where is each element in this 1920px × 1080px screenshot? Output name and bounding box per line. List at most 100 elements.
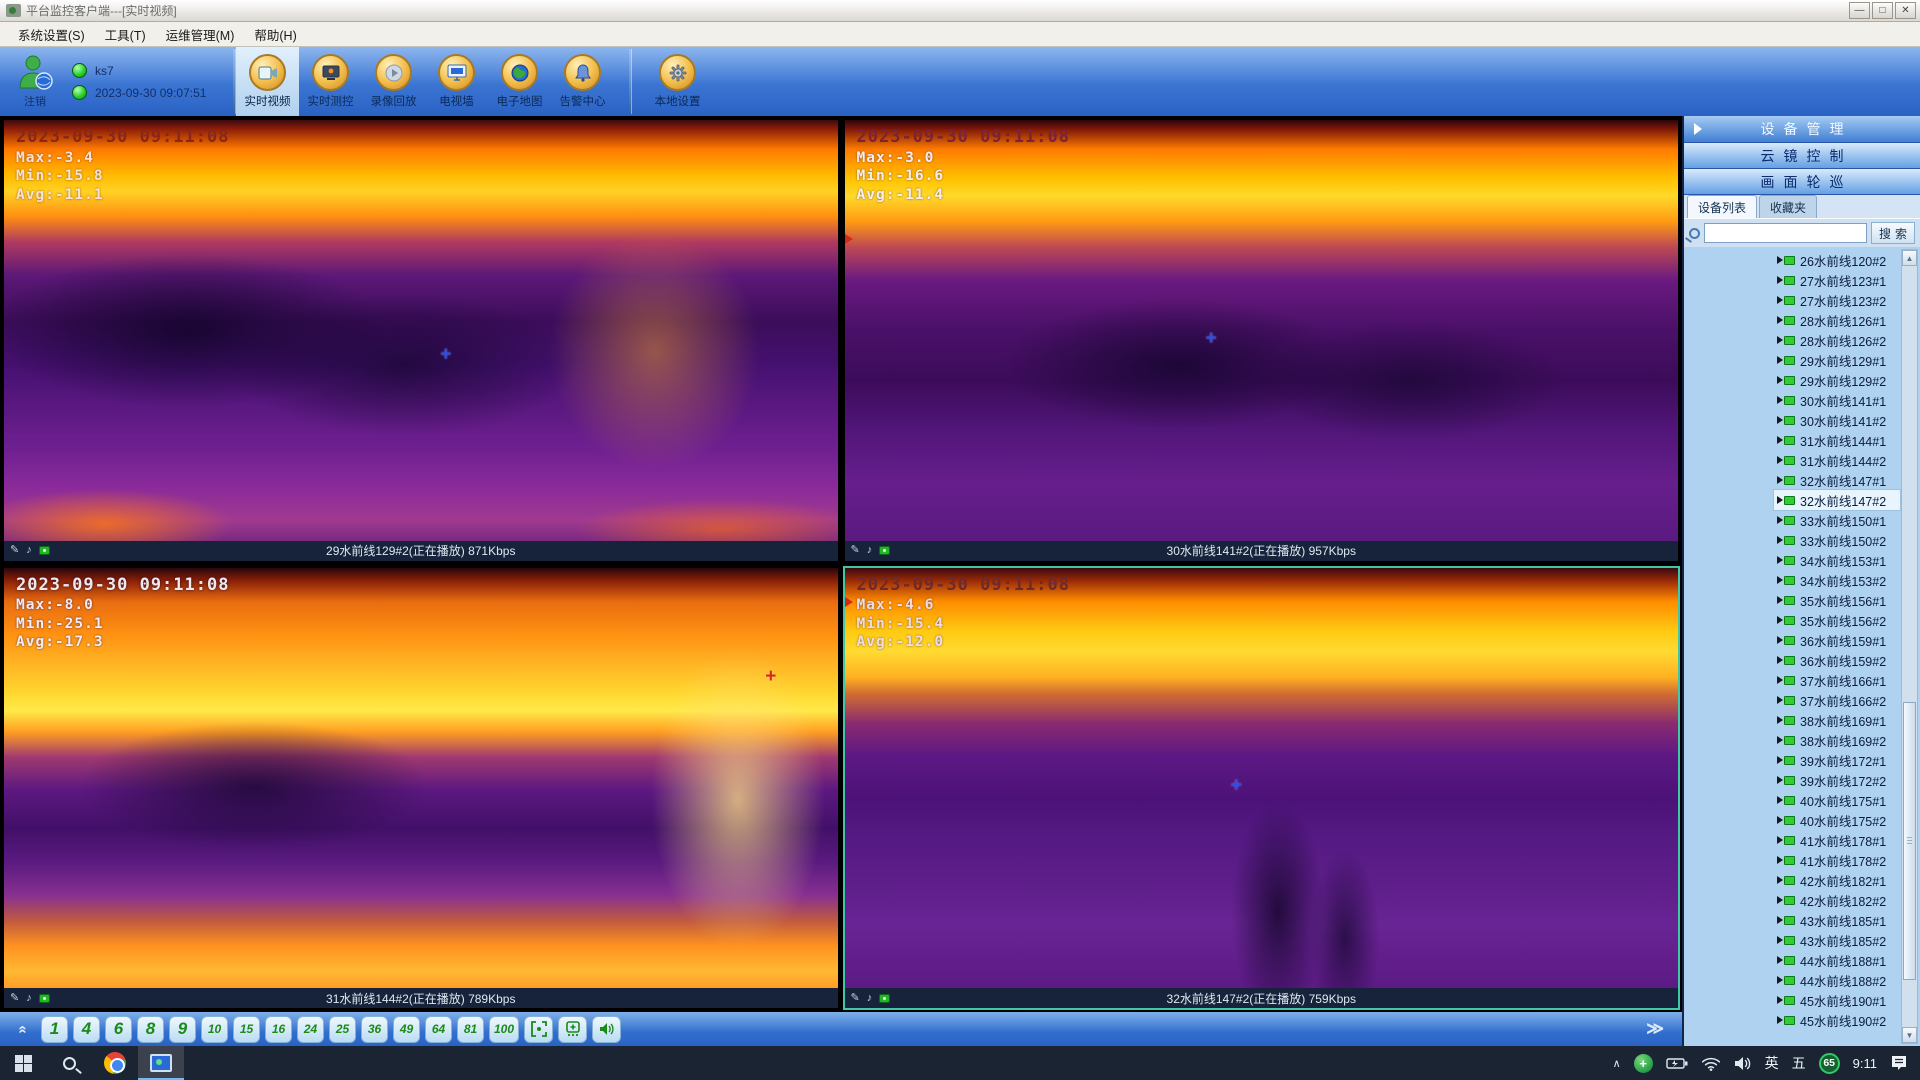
layout-count-button[interactable]: 81 — [457, 1016, 484, 1043]
device-item[interactable]: 34水前线153#1 — [1774, 550, 1900, 570]
toolbar-button-alarm-center[interactable]: 告警中心 — [551, 47, 614, 116]
collapse-up-icon[interactable]: « — [10, 1016, 36, 1042]
maximize-button[interactable]: □ — [1872, 2, 1893, 19]
device-item[interactable]: 38水前线169#1 — [1774, 710, 1900, 730]
search-input[interactable] — [1704, 223, 1867, 243]
pen-icon[interactable]: ✎ — [10, 993, 19, 1004]
logout-button[interactable]: 注销 — [6, 54, 64, 109]
layout-count-button[interactable]: 36 — [361, 1016, 388, 1043]
device-item[interactable]: 35水前线156#1 — [1774, 590, 1900, 610]
device-item[interactable]: 40水前线175#2 — [1774, 810, 1900, 830]
device-item[interactable]: 43水前线185#1 — [1774, 910, 1900, 930]
audio-icon[interactable]: ♪ — [867, 993, 873, 1004]
video-panel-3[interactable]: 2023-09-30 09:11:08 Max:-8.0 Min:-25.1 A… — [2, 566, 840, 1011]
language-indicator[interactable]: 英 — [1765, 1053, 1779, 1073]
toolbar-button-playback[interactable]: 录像回放 — [362, 47, 425, 116]
list-scrollbar[interactable]: ▲ ▼ — [1901, 249, 1918, 1044]
device-item[interactable]: 38水前线169#2 — [1774, 730, 1900, 750]
layout-count-button[interactable]: 9 — [169, 1016, 196, 1043]
device-item[interactable]: 42水前线182#2 — [1774, 890, 1900, 910]
device-item[interactable]: 42水前线182#1 — [1774, 870, 1900, 890]
layout-count-button[interactable]: 4 — [73, 1016, 100, 1043]
search-button[interactable]: 搜索 — [1871, 222, 1915, 244]
menu-item[interactable]: 系统设置(S) — [8, 22, 95, 47]
record-camera-icon[interactable] — [39, 546, 50, 555]
ime-indicator[interactable]: 五 — [1792, 1053, 1806, 1073]
device-item[interactable]: 41水前线178#2 — [1774, 850, 1900, 870]
device-item[interactable]: 26水前线120#2 — [1774, 250, 1900, 270]
layout-count-button[interactable]: 100 — [489, 1016, 519, 1043]
device-item[interactable]: 36水前线159#2 — [1774, 650, 1900, 670]
device-item[interactable]: 37水前线166#2 — [1774, 690, 1900, 710]
device-item[interactable]: 27水前线123#2 — [1774, 290, 1900, 310]
layout-count-button[interactable]: 8 — [137, 1016, 164, 1043]
device-item[interactable]: 41水前线178#1 — [1774, 830, 1900, 850]
close-button[interactable]: ✕ — [1895, 2, 1916, 19]
toolbar-button-live-video[interactable]: 实时视频 — [236, 47, 299, 116]
device-item[interactable]: 45水前线190#2 — [1774, 1010, 1900, 1030]
device-item[interactable]: 33水前线150#1 — [1774, 510, 1900, 530]
device-item[interactable]: 43水前线185#2 — [1774, 930, 1900, 950]
scroll-up-button[interactable]: ▲ — [1902, 250, 1917, 266]
device-item[interactable]: 31水前线144#2 — [1774, 450, 1900, 470]
video-panel-2[interactable]: 2023-09-30 09:11:08 Max:-3.0 Min:-16.6 A… — [843, 118, 1681, 563]
device-item[interactable]: 28水前线126#2 — [1774, 330, 1900, 350]
tab-favorites[interactable]: 收藏夹 — [1759, 195, 1817, 218]
sidebar-section-screen-patrol[interactable]: 画面轮巡 — [1684, 169, 1920, 195]
layout-count-button[interactable]: 25 — [329, 1016, 356, 1043]
device-item[interactable]: 39水前线172#1 — [1774, 750, 1900, 770]
minimize-button[interactable]: — — [1849, 2, 1870, 19]
device-item[interactable]: 28水前线126#1 — [1774, 310, 1900, 330]
start-button[interactable] — [0, 1046, 46, 1080]
menu-item[interactable]: 工具(T) — [95, 22, 156, 47]
fullscreen-button[interactable] — [524, 1016, 553, 1043]
notification-icon[interactable] — [1890, 1055, 1908, 1071]
layout-count-button[interactable]: 6 — [105, 1016, 132, 1043]
audio-icon[interactable]: ♪ — [26, 993, 32, 1004]
monitor-client-button[interactable] — [138, 1046, 184, 1080]
device-item[interactable]: 44水前线188#2 — [1774, 970, 1900, 990]
toolbar-button-live-measure[interactable]: 实时测控 — [299, 47, 362, 116]
pen-icon[interactable]: ✎ — [10, 545, 19, 556]
toolbar-button-e-map[interactable]: 电子地图 — [488, 47, 551, 116]
device-item[interactable]: 31水前线144#1 — [1774, 430, 1900, 450]
audio-toggle-button[interactable] — [592, 1016, 621, 1043]
device-item[interactable]: 34水前线153#2 — [1774, 570, 1900, 590]
layout-count-button[interactable]: 15 — [233, 1016, 260, 1043]
pen-icon[interactable]: ✎ — [851, 545, 860, 556]
layout-count-button[interactable]: 24 — [297, 1016, 324, 1043]
device-item[interactable]: 32水前线147#1 — [1774, 470, 1900, 490]
device-item[interactable]: 37水前线166#1 — [1774, 670, 1900, 690]
battery-icon[interactable] — [1666, 1057, 1688, 1070]
video-panel-1[interactable]: 2023-09-30 09:11:08 Max:-3.4 Min:-15.8 A… — [2, 118, 840, 563]
device-item[interactable]: 44水前线188#1 — [1774, 950, 1900, 970]
record-camera-icon[interactable] — [39, 994, 50, 1003]
sidebar-section-ptz-control[interactable]: 云镜控制 — [1684, 143, 1920, 169]
layout-count-button[interactable]: 10 — [201, 1016, 228, 1043]
record-camera-icon[interactable] — [879, 994, 890, 1003]
toolbar-button-tv-wall[interactable]: 电视墙 — [425, 47, 488, 116]
scroll-thumb[interactable] — [1903, 702, 1916, 980]
clock[interactable]: 9:11 — [1853, 1056, 1877, 1071]
layout-count-button[interactable]: 1 — [41, 1016, 68, 1043]
sidebar-section-device-management[interactable]: 设备管理 — [1684, 116, 1920, 143]
device-item[interactable]: 35水前线156#2 — [1774, 610, 1900, 630]
audio-icon[interactable]: ♪ — [867, 545, 873, 556]
device-item[interactable]: 29水前线129#2 — [1774, 370, 1900, 390]
video-panel-4[interactable]: 2023-09-30 09:11:08 Max:-4.6 Min:-15.4 A… — [843, 566, 1681, 1011]
audio-icon[interactable]: ♪ — [26, 545, 32, 556]
device-item[interactable]: 30水前线141#1 — [1774, 390, 1900, 410]
hidden-icons-chevron[interactable]: ∧ — [1613, 1057, 1621, 1070]
tab-device-list[interactable]: 设备列表 — [1687, 195, 1757, 218]
menu-item[interactable]: 帮助(H) — [244, 22, 306, 47]
device-item[interactable]: 32水前线147#2 — [1774, 490, 1900, 510]
layout-count-button[interactable]: 49 — [393, 1016, 420, 1043]
menu-item[interactable]: 运维管理(M) — [156, 22, 245, 47]
device-item[interactable]: 45水前线190#1 — [1774, 990, 1900, 1010]
add-view-button[interactable] — [558, 1016, 587, 1043]
taskbar-search-button[interactable] — [46, 1046, 92, 1080]
device-item[interactable]: 30水前线141#2 — [1774, 410, 1900, 430]
chrome-button[interactable] — [92, 1046, 138, 1080]
scroll-down-button[interactable]: ▼ — [1902, 1027, 1917, 1043]
device-item[interactable]: 40水前线175#1 — [1774, 790, 1900, 810]
